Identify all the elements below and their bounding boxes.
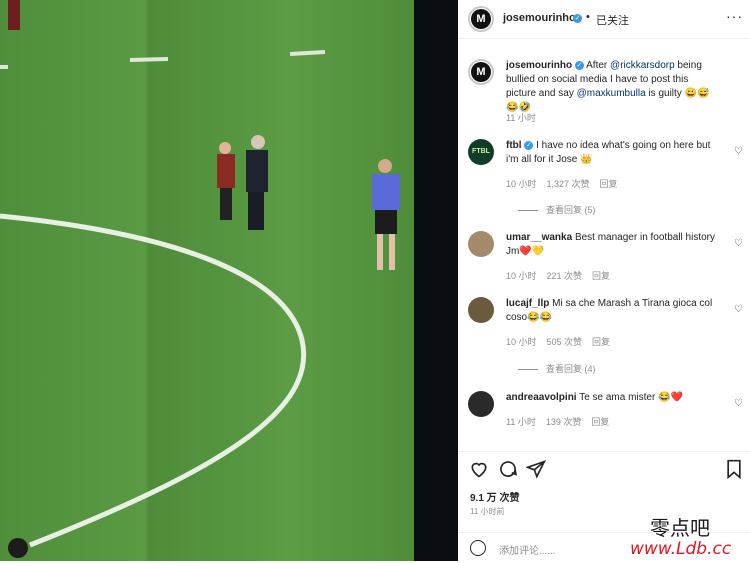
comment-time: 11 小时 <box>506 417 536 427</box>
comment-text: ftbl ✓ I have no idea what's going on he… <box>506 139 718 167</box>
football-pitch-image <box>0 0 400 548</box>
comment-body: I have no idea what's going on here but … <box>506 140 711 165</box>
caption-text: josemourinho ✓ After @rickkarsdorp being… <box>506 59 718 115</box>
post-photo <box>0 0 414 561</box>
send-icon[interactable] <box>526 459 546 479</box>
comment-time: 10 小时 <box>506 179 537 189</box>
post-header: M josemourinho ✓ • 已关注 ··· <box>458 0 750 39</box>
comment-likes[interactable]: 1,327 次赞 <box>547 179 590 189</box>
reply-button[interactable]: 回复 <box>592 337 610 347</box>
verified-badge-icon: ✓ <box>574 60 584 70</box>
reply-button[interactable]: 回复 <box>600 179 618 189</box>
follow-status[interactable]: 已关注 <box>596 12 629 28</box>
replies-line <box>518 369 538 371</box>
comment-likes[interactable]: 505 次赞 <box>547 337 583 347</box>
comment-text: umar__wanka Best manager in football his… <box>506 231 718 259</box>
mention-link[interactable]: @maxkumbulla <box>577 88 646 99</box>
comment-time: 10 小时 <box>506 337 537 347</box>
posted-time: 11 小时前 <box>470 507 505 516</box>
caption-time: 11 小时 <box>506 113 536 123</box>
add-comment-input[interactable]: 添加评论...... <box>499 542 556 557</box>
comments-list[interactable]: M josemourinho ✓ After @rickkarsdorp bei… <box>458 39 750 451</box>
more-options-icon[interactable]: ··· <box>726 8 743 24</box>
verified-badge-icon: ✓ <box>573 14 582 23</box>
comment-icon[interactable] <box>498 459 518 479</box>
caption-author-avatar[interactable]: M <box>468 59 494 85</box>
view-replies-button[interactable]: 查看回复 (5) <box>518 203 596 217</box>
bookmark-icon[interactable] <box>724 459 744 479</box>
avatar-letter: M <box>471 9 491 29</box>
caption-part: After <box>586 60 611 71</box>
commenter-avatar[interactable] <box>468 391 494 417</box>
avatar-letter: M <box>471 62 491 82</box>
comment-body: Te se ama mister 😂❤️ <box>579 392 684 403</box>
comment-meta: 10 小时 505 次赞 回复 <box>506 335 620 349</box>
commenter-username[interactable]: ftbl <box>506 140 522 151</box>
reply-button[interactable]: 回复 <box>591 417 609 427</box>
reply-button[interactable]: 回复 <box>592 271 610 281</box>
comment-likes[interactable]: 221 次赞 <box>547 271 583 281</box>
replies-line <box>518 210 538 212</box>
comment-time: 10 小时 <box>506 271 537 281</box>
comment-like-icon[interactable]: ♡ <box>734 397 743 411</box>
author-username[interactable]: josemourinho <box>503 12 576 24</box>
comment-like-icon[interactable]: ♡ <box>734 237 743 251</box>
comment-meta: 11 小时 139 次赞 回复 <box>506 415 619 429</box>
author-avatar[interactable]: M <box>468 6 494 32</box>
comment-likes[interactable]: 139 次赞 <box>546 417 582 427</box>
commenter-username[interactable]: andreaavolpini <box>506 392 577 403</box>
comment-meta: 10 小时 1,327 次赞 回复 <box>506 177 628 191</box>
commenter-avatar[interactable] <box>468 297 494 323</box>
mention-link[interactable]: @rickkarsdorp <box>610 60 675 71</box>
view-replies-label: 查看回复 (5) <box>546 205 596 215</box>
comment-like-icon[interactable]: ♡ <box>734 303 743 317</box>
watermark-text: 零点吧 <box>650 516 710 540</box>
tagged-user-icon[interactable] <box>8 538 28 558</box>
view-replies-button[interactable]: 查看回复 (4) <box>518 362 596 376</box>
emoji-icon[interactable] <box>470 540 486 556</box>
commenter-avatar[interactable] <box>468 231 494 257</box>
verified-badge-icon: ✓ <box>524 140 534 150</box>
comment-text: lucajf_llp Mi sa che Marash a Tirana gio… <box>506 297 718 325</box>
heart-icon[interactable] <box>469 459 489 479</box>
watermark-url: www.Ldb.cc <box>630 539 732 559</box>
likes-count[interactable]: 9.1 万 次赞 <box>470 489 519 504</box>
view-replies-label: 查看回复 (4) <box>546 364 596 374</box>
commenter-username[interactable]: lucajf_llp <box>506 298 549 309</box>
separator-dot: • <box>586 11 590 23</box>
comment-like-icon[interactable]: ♡ <box>734 145 743 159</box>
comment-meta: 10 小时 221 次赞 回复 <box>506 269 620 283</box>
caption-meta: 11 小时 <box>506 111 546 125</box>
modal-backdrop <box>414 0 458 561</box>
commenter-avatar[interactable]: FTBL <box>468 139 494 165</box>
post-sidebar: M josemourinho ✓ • 已关注 ··· M josemourinh… <box>458 0 750 561</box>
caption-username[interactable]: josemourinho <box>506 60 572 71</box>
commenter-username[interactable]: umar__wanka <box>506 232 572 243</box>
comment-text: andreaavolpini Te se ama mister 😂❤️ <box>506 391 718 405</box>
